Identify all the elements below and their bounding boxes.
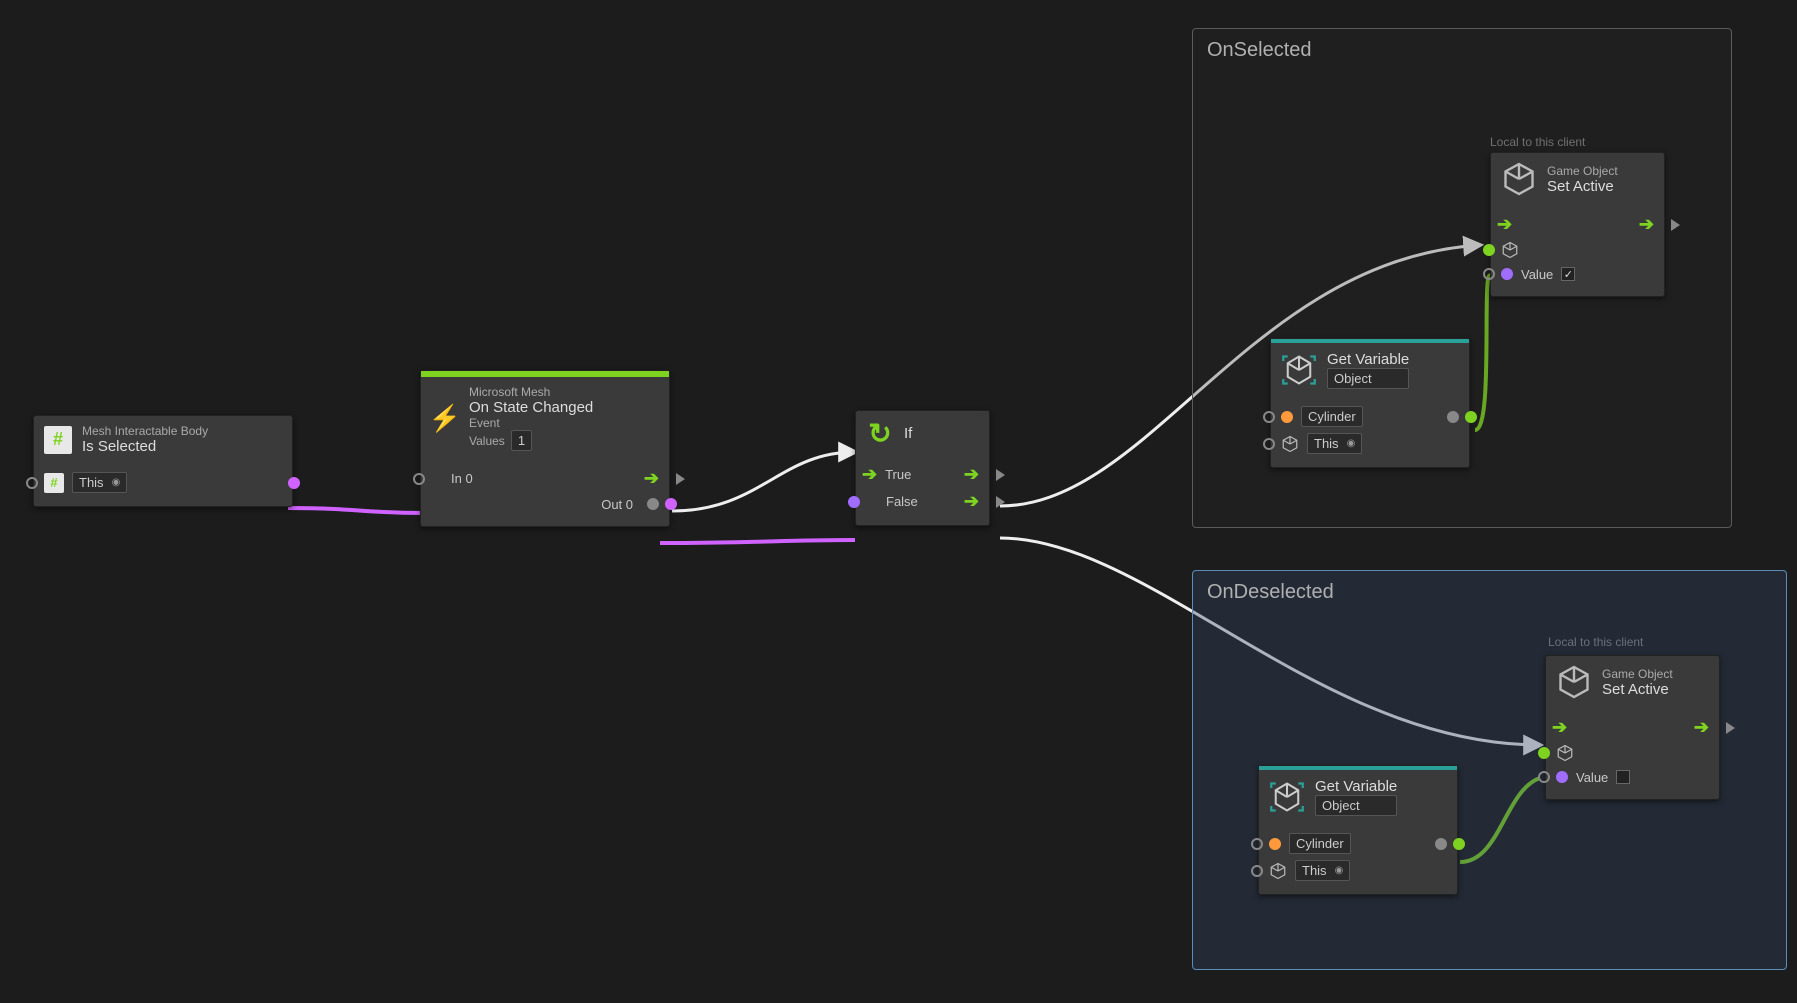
arrow-icon: ➔ xyxy=(964,491,979,512)
node-subtitle: Microsoft Mesh xyxy=(469,385,593,399)
node-meta: Event xyxy=(469,416,593,430)
flow-out[interactable] xyxy=(676,473,685,485)
port-object-in[interactable] xyxy=(1538,747,1550,759)
hash-icon: # xyxy=(44,426,72,454)
scope-dropdown[interactable]: Object xyxy=(1327,368,1409,389)
node-subtitle: Game Object xyxy=(1547,164,1618,178)
node-get-variable[interactable]: Get Variable Object Cylinder This◉ xyxy=(1258,765,1458,895)
cube-icon xyxy=(1501,241,1519,259)
port-cond-in[interactable] xyxy=(848,496,860,508)
arrow-icon: ➔ xyxy=(1694,717,1709,738)
port-in[interactable] xyxy=(1251,838,1263,850)
cube-icon xyxy=(1269,862,1287,880)
node-title: On State Changed xyxy=(469,399,593,416)
arrow-icon: ➔ xyxy=(1497,214,1512,235)
port-out-val[interactable] xyxy=(1435,838,1447,850)
arrow-icon: ➔ xyxy=(1552,717,1567,738)
value-checkbox[interactable] xyxy=(1616,770,1630,784)
port-value-in[interactable] xyxy=(1538,771,1550,783)
port-in[interactable] xyxy=(26,477,38,489)
node-set-active[interactable]: Game Object Set Active ➔ ➔ Value ✓ xyxy=(1490,152,1665,297)
cube-icon xyxy=(1501,161,1537,197)
port-out-val[interactable] xyxy=(1447,411,1459,423)
port-out[interactable] xyxy=(1465,411,1477,423)
target-field[interactable]: This◉ xyxy=(1307,433,1362,454)
node-get-variable[interactable]: Get Variable Object Cylinder This◉ xyxy=(1270,338,1470,468)
port-object-in[interactable] xyxy=(1483,244,1495,256)
variable-icon xyxy=(1269,779,1305,815)
target-field[interactable]: This◉ xyxy=(72,472,127,493)
flow-out[interactable] xyxy=(1726,722,1735,734)
port-in-target[interactable] xyxy=(1251,865,1263,877)
node-subtitle: Mesh Interactable Body xyxy=(82,424,208,438)
node-title: Get Variable xyxy=(1327,351,1409,368)
port-value[interactable] xyxy=(1556,771,1568,783)
group-title: OnDeselected xyxy=(1193,571,1786,614)
in0-label: In 0 xyxy=(451,471,473,486)
port-in-target[interactable] xyxy=(1263,438,1275,450)
variable-name-field[interactable]: Cylinder xyxy=(1289,833,1351,854)
node-on-state-changed[interactable]: ⚡ Microsoft Mesh On State Changed Event … xyxy=(420,370,670,527)
flow-out-true[interactable] xyxy=(996,469,1005,481)
cycle-icon: ↻ xyxy=(866,419,894,447)
out0-label: Out 0 xyxy=(601,497,633,512)
node-if[interactable]: ↻ If ➔ True ➔ False ➔ xyxy=(855,410,990,526)
values-label: Values xyxy=(469,434,505,448)
port-value[interactable] xyxy=(1501,268,1513,280)
port-out[interactable] xyxy=(1453,838,1465,850)
port-var[interactable] xyxy=(1269,838,1281,850)
variable-name-field[interactable]: Cylinder xyxy=(1301,406,1363,427)
arrow-icon: ➔ xyxy=(862,464,877,485)
port-var[interactable] xyxy=(1281,411,1293,423)
value-checkbox[interactable]: ✓ xyxy=(1561,267,1575,281)
cube-icon xyxy=(1556,664,1592,700)
cube-icon xyxy=(1556,744,1574,762)
node-is-selected[interactable]: # Mesh Interactable Body Is Selected # T… xyxy=(33,415,293,507)
node-title: Set Active xyxy=(1547,178,1618,195)
node-title: Is Selected xyxy=(82,438,208,455)
port-out-value[interactable] xyxy=(665,498,677,510)
hash-icon: # xyxy=(44,473,64,493)
true-label: True xyxy=(885,467,911,482)
variable-icon xyxy=(1281,352,1317,388)
port-in-0[interactable] xyxy=(413,473,425,485)
port-value-in[interactable] xyxy=(1483,268,1495,280)
node-subtitle: Game Object xyxy=(1602,667,1673,681)
lightning-icon: ⚡ xyxy=(431,404,459,432)
port-out[interactable] xyxy=(288,477,300,489)
scope-dropdown[interactable]: Object xyxy=(1315,795,1397,816)
false-label: False xyxy=(886,494,918,509)
flow-out[interactable] xyxy=(1671,219,1680,231)
node-title: Set Active xyxy=(1602,681,1673,698)
values-field[interactable]: 1 xyxy=(511,430,532,451)
port-in[interactable] xyxy=(1263,411,1275,423)
value-label: Value xyxy=(1576,770,1608,785)
node-title: Get Variable xyxy=(1315,778,1397,795)
target-field[interactable]: This◉ xyxy=(1295,860,1350,881)
group-title: OnSelected xyxy=(1193,29,1731,72)
arrow-icon: ➔ xyxy=(644,468,659,489)
value-label: Value xyxy=(1521,267,1553,282)
port-out-0[interactable] xyxy=(647,498,659,510)
flow-out-false[interactable] xyxy=(996,496,1005,508)
node-set-active[interactable]: Game Object Set Active ➔ ➔ Value xyxy=(1545,655,1720,800)
arrow-icon: ➔ xyxy=(1639,214,1654,235)
cube-icon xyxy=(1281,435,1299,453)
node-title: If xyxy=(904,425,912,442)
arrow-icon: ➔ xyxy=(964,464,979,485)
